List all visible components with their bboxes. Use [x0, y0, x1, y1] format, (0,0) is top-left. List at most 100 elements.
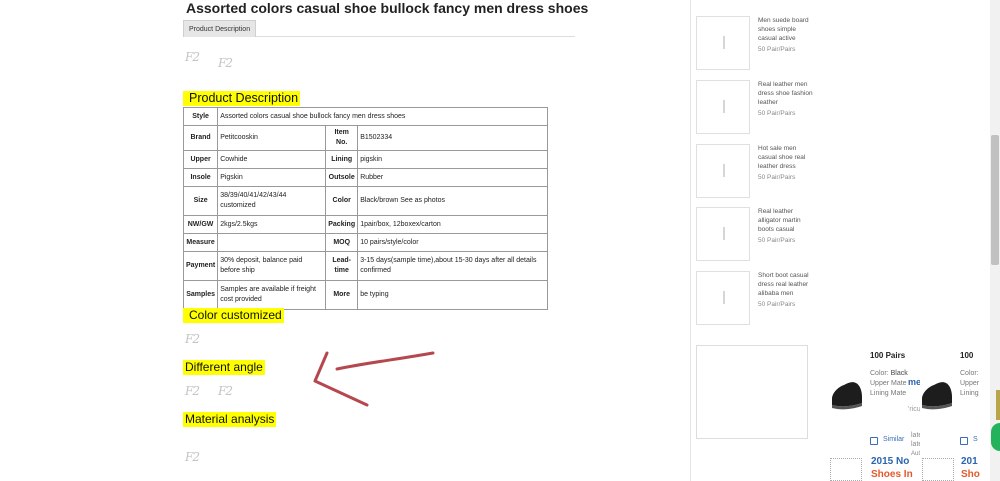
spec-key: More [325, 280, 359, 310]
spec-value: pigskin [357, 150, 548, 169]
table-row: Payment 30% deposit, balance paid before… [182, 251, 548, 281]
product-name-link[interactable]: Real leather men dress shoe fashion leat… [758, 80, 816, 107]
product-title: Assorted colors casual shoe bullock fanc… [186, 0, 589, 16]
spec-key: Style [182, 107, 219, 126]
spec-key: Samples [182, 280, 219, 310]
watermark-logo: F2 [218, 384, 233, 398]
watermark-logo: F2 [185, 50, 200, 64]
spec-key: Color [325, 186, 359, 216]
spec-key: MOQ [325, 233, 359, 252]
scrollbar-thumb[interactable] [991, 135, 999, 265]
shoe-image-icon [832, 382, 862, 410]
spec-key: Insole [182, 168, 219, 187]
recommendation-card[interactable]: 100 Color: Upper Lining S [920, 345, 990, 455]
table-row: NW/GW 2kgs/2.5kgs Packing 1pair/box, 12b… [182, 215, 548, 234]
promo-thumbnail[interactable] [830, 458, 862, 481]
spec-key: NW/GW [182, 215, 219, 234]
section-different-angle: Different angle [183, 360, 265, 375]
related-product-card[interactable]: Short boot casual dress real leather ali… [696, 271, 816, 327]
product-moq: 50 Pair/Pairs [758, 301, 796, 308]
similar-icon [960, 437, 968, 445]
card-color-line: Color: Black [870, 370, 908, 377]
section-material-analysis: Material analysis [183, 412, 277, 427]
section-color-customized: Color customized [183, 308, 284, 323]
table-row: Insole Pigskin Outsole Rubber [182, 168, 548, 187]
spec-value: 3-15 days(sample time),about 15-30 days … [357, 251, 548, 281]
spec-value: Cowhide [217, 150, 327, 169]
promo-link[interactable]: 2015 No Shoes In [871, 455, 913, 481]
related-product-card[interactable]: Hot sale men casual shoe real leather dr… [696, 144, 816, 200]
spec-value: 38/39/40/41/42/43/44 customized [217, 186, 327, 216]
product-name-link[interactable]: Short boot casual dress real leather ali… [758, 271, 816, 298]
spec-key: Measure [182, 233, 219, 252]
chat-button[interactable] [991, 423, 1000, 451]
product-thumbnail[interactable] [696, 207, 750, 261]
spec-key: Lead-time [325, 251, 359, 281]
watermark-logo: F2 [218, 56, 233, 70]
side-tab[interactable] [996, 390, 1000, 420]
spec-key: Outsole [325, 168, 359, 187]
spec-value: Samples are available if freight cost pr… [217, 280, 327, 310]
table-row: Upper Cowhide Lining pigskin [182, 150, 548, 169]
spec-value: B1502334 [357, 125, 548, 151]
product-name-link[interactable]: Hot sale men casual shoe real leather dr… [758, 144, 816, 171]
product-thumbnail[interactable] [696, 80, 750, 134]
product-moq: 50 Pair/Pairs [758, 46, 796, 53]
related-product-card[interactable]: Real leather men dress shoe fashion leat… [696, 80, 816, 136]
related-product-card[interactable]: Men suede board shoes simple casual acti… [696, 16, 816, 72]
card-qty: 100 [960, 351, 974, 360]
spec-value [217, 233, 327, 252]
shoe-image-icon [922, 382, 952, 410]
card-upper-line: Upper Mate [870, 380, 907, 387]
table-row: Samples Samples are available if freight… [182, 280, 548, 310]
spec-value: Assorted colors casual shoe bullock fanc… [217, 107, 548, 126]
table-row: Size 38/39/40/41/42/43/44 customized Col… [182, 186, 548, 216]
spec-value: 2kgs/2.5kgs [217, 215, 327, 234]
spec-table: Style Assorted colors casual shoe bulloc… [182, 107, 548, 310]
promo-thumbnail[interactable] [922, 458, 954, 481]
product-thumbnail[interactable] [696, 16, 750, 70]
card-qty: 100 Pairs [870, 351, 906, 360]
spec-value: 1pair/box, 12boxex/carton [357, 215, 548, 234]
section-product-description: Product Description [183, 91, 301, 106]
product-name-link[interactable]: Real leather alligator martin boots casu… [758, 207, 816, 234]
spec-value: be typing [357, 280, 548, 310]
card-lining-line: Lining [960, 390, 979, 397]
table-row: Style Assorted colors casual shoe bulloc… [182, 107, 548, 126]
table-row: Brand Petitcooskin Item No. B1502334 [182, 125, 548, 151]
spec-value: Petitcooskin [217, 125, 327, 151]
tab-product-description[interactable]: Product Description [183, 20, 257, 37]
similar-link[interactable]: S [973, 436, 978, 443]
product-thumbnail[interactable] [696, 271, 750, 325]
spec-key: Upper [182, 150, 219, 169]
spec-key: Size [182, 186, 219, 216]
spec-value: Rubber [357, 168, 548, 187]
tab-bar: Product Description [183, 20, 575, 37]
card-color-line: Color: [960, 370, 979, 377]
spec-value: Black/brown See as photos [357, 186, 548, 216]
recommendation-card[interactable]: 100 Pairs Color: Black Upper Mate Lining… [830, 345, 922, 455]
watermark-logo: F2 [185, 450, 200, 464]
spec-value: 30% deposit, balance paid before ship [217, 251, 327, 281]
image-placeholder [696, 345, 808, 439]
spec-key: Payment [182, 251, 219, 281]
spec-value: 10 pairs/style/color [357, 233, 548, 252]
product-name-link[interactable]: Men suede board shoes simple casual acti… [758, 16, 816, 43]
product-moq: 50 Pair/Pairs [758, 237, 796, 244]
product-moq: 50 Pair/Pairs [758, 110, 796, 117]
promo-link[interactable]: 201 Sho [961, 455, 980, 481]
table-row: Measure MOQ 10 pairs/style/color [182, 233, 548, 252]
product-moq: 50 Pair/Pairs [758, 174, 796, 181]
annotation-arrow-icon [313, 351, 435, 407]
spec-key: Item No. [325, 125, 359, 151]
main-content: Assorted colors casual shoe bullock fanc… [0, 0, 690, 481]
spec-key: Packing [325, 215, 359, 234]
product-thumbnail[interactable] [696, 144, 750, 198]
watermark-logo: F2 [185, 332, 200, 346]
spec-value: Pigskin [217, 168, 327, 187]
partial-text: 'ricu [908, 406, 921, 413]
similar-icon [870, 437, 878, 445]
related-product-card[interactable]: Real leather alligator martin boots casu… [696, 207, 816, 263]
similar-link[interactable]: Similar [883, 436, 904, 443]
card-lining-line: Lining Mate [870, 390, 907, 397]
